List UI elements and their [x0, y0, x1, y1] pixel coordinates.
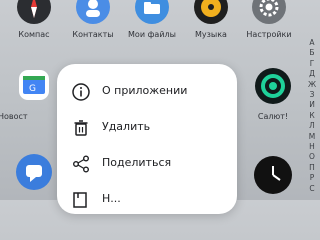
- messages-icon: [16, 154, 52, 190]
- menu-item-delete[interactable]: Удалить: [57, 110, 237, 146]
- music-icon: [194, 0, 228, 24]
- edit-icon: [71, 190, 91, 210]
- menu-item-label: Н...: [102, 192, 121, 205]
- alphabet-index[interactable]: А Б Г Д Ж З И К Л М Н О П Р С: [306, 38, 318, 194]
- app-label: Салют!: [257, 112, 289, 121]
- alpha-letter[interactable]: Г: [306, 59, 318, 69]
- alpha-letter[interactable]: Б: [306, 48, 318, 58]
- alpha-letter[interactable]: О: [306, 152, 318, 162]
- menu-item-label: Поделиться: [102, 156, 172, 169]
- app-my-files[interactable]: Мои файлы: [128, 0, 176, 42]
- alpha-letter[interactable]: Р: [306, 173, 318, 183]
- app-messages[interactable]: [12, 152, 56, 200]
- gear-icon: [252, 0, 286, 24]
- app-compass[interactable]: Компас: [12, 0, 56, 42]
- app-clock[interactable]: [251, 152, 295, 200]
- alpha-letter[interactable]: Ж: [306, 80, 318, 90]
- alpha-letter[interactable]: З: [306, 90, 318, 100]
- menu-item-label: О приложении: [102, 84, 188, 97]
- alpha-letter[interactable]: М: [306, 132, 318, 142]
- compass-icon: [17, 0, 51, 24]
- alpha-letter[interactable]: Д: [306, 69, 318, 79]
- app-label: Настройки: [246, 30, 292, 39]
- svg-text:G: G: [29, 84, 36, 94]
- app-news[interactable]: G Новост: [0, 66, 56, 122]
- alpha-letter[interactable]: Л: [306, 121, 318, 131]
- alpha-letter[interactable]: И: [306, 100, 318, 110]
- alpha-letter[interactable]: Н: [306, 142, 318, 152]
- menu-item-label: Удалить: [102, 120, 151, 133]
- trash-icon: [71, 118, 91, 138]
- alpha-letter[interactable]: С: [306, 184, 318, 194]
- app-contacts[interactable]: Контакты: [71, 0, 115, 42]
- menu-item-about-app[interactable]: О приложении: [57, 74, 237, 110]
- alpha-letter[interactable]: А: [306, 38, 318, 48]
- app-settings[interactable]: Настройки: [246, 0, 292, 42]
- menu-item-share[interactable]: Поделиться: [57, 146, 237, 182]
- clock-icon: [254, 156, 292, 194]
- app-context-menu: О приложении Удалить Поделиться Н...: [57, 64, 237, 214]
- contacts-icon: [76, 0, 110, 24]
- info-icon: [71, 82, 91, 102]
- alpha-letter[interactable]: К: [306, 111, 318, 121]
- news-icon: G: [19, 70, 49, 100]
- menu-item-edit[interactable]: Н...: [57, 182, 237, 218]
- alpha-letter[interactable]: П: [306, 163, 318, 173]
- share-icon: [71, 154, 91, 174]
- salute-icon: [255, 68, 291, 104]
- folder-icon: [135, 0, 169, 24]
- app-salute[interactable]: Салют!: [251, 66, 295, 122]
